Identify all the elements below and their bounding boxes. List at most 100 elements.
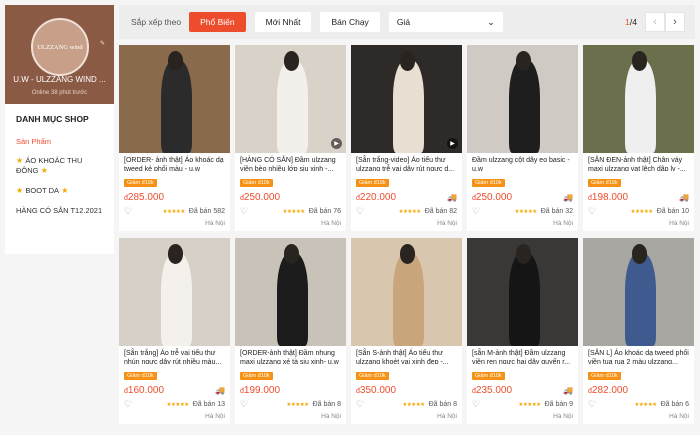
price-value: 285.000 — [127, 191, 165, 203]
shop-logo-text: ULZZANG wind — [37, 43, 83, 51]
product-card[interactable]: [Sẵn trắng] Áo trễ vai tiểu thư nhún ngự… — [119, 238, 230, 424]
chevron-right-icon: › — [673, 16, 677, 28]
heart-icon[interactable]: ♡ — [356, 206, 364, 217]
shop-card[interactable]: ULZZANG wind ✎ U.W - ULZZANG WIND ... On… — [5, 5, 114, 104]
product-image[interactable]: ▶ — [351, 45, 462, 153]
product-title[interactable]: [Sẵn trắng-video] Áo tiểu thư ulzzang tr… — [351, 153, 462, 171]
product-image[interactable] — [467, 45, 578, 153]
price-value: 282.000 — [591, 384, 629, 396]
model-figure — [393, 253, 425, 346]
product-location: Hà Nội — [205, 220, 225, 227]
product-price: đ220.000 — [356, 192, 396, 203]
product-card[interactable]: [ORDER-ảnh thật] Đầm nhung maxi ulzzang … — [235, 238, 346, 424]
star-icon: ★ — [16, 156, 26, 166]
model-figure — [393, 60, 425, 153]
product-card[interactable]: ▶ [Sẵn trắng-video] Áo tiểu thư ulzzang … — [351, 45, 462, 231]
next-page-button[interactable]: › — [665, 12, 685, 32]
category-item[interactable]: Sản Phẩm — [5, 132, 114, 151]
product-title[interactable]: [ORDER-ảnh thật] Đầm nhung maxi ulzzang … — [235, 346, 346, 364]
heart-icon[interactable]: ♡ — [472, 206, 480, 217]
product-title[interactable]: [sẵn M-ảnh thật] Đầm ulzzang viền ren ng… — [467, 346, 578, 364]
sold-count: Đã bán 8 — [428, 401, 457, 408]
rating-stars-icon: ★★★★★ — [630, 208, 654, 215]
product-title[interactable]: [SẴN ĐEN-ảnh thật] Chân váy maxi ulzzang… — [583, 153, 694, 171]
heart-icon[interactable]: ♡ — [472, 399, 480, 410]
freeship-icon: 🚚 — [563, 385, 573, 395]
product-price: đ250.000 — [240, 192, 280, 203]
heart-icon[interactable]: ♡ — [240, 206, 248, 217]
product-card[interactable]: [sẵn M-ảnh thật] Đầm ulzzang viền ren ng… — [467, 238, 578, 424]
heart-icon[interactable]: ♡ — [588, 399, 596, 410]
product-title[interactable]: [Sẵn trắng] Áo trễ vai tiểu thư nhún ngự… — [119, 346, 230, 364]
prev-page-button[interactable]: ‹ — [645, 12, 665, 32]
heart-icon[interactable]: ♡ — [356, 399, 364, 410]
mini-pager: 1/4 ‹ › — [625, 12, 685, 32]
sort-bestseller-button[interactable]: Bán Chạy — [320, 12, 380, 32]
product-grid: [ORDER- ảnh thật] Áo khoác dạ tweed kẻ p… — [119, 45, 695, 424]
rating-stars-icon: ★★★★★ — [634, 401, 657, 408]
product-title[interactable]: [ORDER- ảnh thật] Áo khoác dạ tweed kẻ p… — [119, 153, 230, 171]
product-title[interactable]: Đầm ulzzang cột dây eo basic - u.w — [467, 153, 578, 171]
product-image[interactable]: ▶ — [235, 45, 346, 153]
price-row: đ250.000 🚚 — [467, 189, 578, 204]
product-image[interactable] — [583, 238, 694, 346]
product-image[interactable] — [119, 45, 230, 153]
freeship-icon: 🚚 — [563, 192, 573, 202]
sort-newest-button[interactable]: Mới Nhất — [254, 12, 312, 32]
discount-badge: Giảm đ10k — [240, 372, 273, 380]
product-card[interactable]: [SẴN ĐEN-ảnh thật] Chân váy maxi ulzzang… — [583, 45, 694, 231]
price-sort-select[interactable]: Giá ⌄ — [388, 12, 503, 32]
star-icon: ★ — [38, 166, 48, 176]
star-icon: ★ — [16, 186, 26, 196]
sort-popular-button[interactable]: Phổ Biến — [189, 12, 246, 32]
category-list: Sản Phẩm ★ ÁO KHOÁC THU ĐÔNG ★ ★ BOOT DA ★… — [5, 132, 114, 221]
price-value: 199.000 — [243, 384, 281, 396]
star-icon: ★ — [59, 186, 69, 196]
category-item[interactable]: ★ BOOT DA ★ — [5, 181, 114, 201]
price-value: 250.000 — [475, 191, 513, 203]
edit-icon[interactable]: ✎ — [100, 40, 105, 47]
price-row: đ282.000 — [583, 382, 694, 397]
product-card[interactable]: Đầm ulzzang cột dây eo basic - u.w Giảm … — [467, 45, 578, 231]
discount-badge: Giảm đ10k — [588, 372, 621, 380]
category-label: ÁO KHOÁC THU ĐÔNG — [16, 156, 83, 176]
price-row: đ199.000 — [235, 382, 346, 397]
category-label: BOOT DA — [25, 186, 60, 196]
heart-icon[interactable]: ♡ — [124, 206, 132, 217]
product-title[interactable]: [Sẵn S-ảnh thật] Áo tiểu thư ulzzang kho… — [351, 346, 462, 364]
category-item[interactable]: HÀNG CÓ SẴN T12.2021 — [5, 201, 114, 220]
product-title[interactable]: [SẴN L] Áo khoác dạ tweed phối viền tua … — [583, 346, 694, 364]
sold-count: Đã bán 13 — [192, 401, 225, 408]
product-location: Hà Nội — [437, 413, 457, 420]
product-image[interactable] — [467, 238, 578, 346]
product-image[interactable] — [235, 238, 346, 346]
product-meta: ♡ ★★★★★ Đã bán 8 — [235, 397, 346, 410]
shop-sidebar: ULZZANG wind ✎ U.W - ULZZANG WIND ... On… — [5, 5, 114, 254]
sold-count: Đã bán 9 — [544, 401, 573, 408]
product-card[interactable]: [ORDER- ảnh thật] Áo khoác dạ tweed kẻ p… — [119, 45, 230, 231]
heart-icon[interactable]: ♡ — [588, 206, 596, 217]
product-image[interactable] — [583, 45, 694, 153]
discount-badge: Giảm đ10k — [124, 179, 157, 187]
price-row: đ160.000 🚚 — [119, 382, 230, 397]
product-card[interactable]: ▶ [HÀNG CÓ SẴN] Đầm ulzzang viền bèo nhi… — [235, 45, 346, 231]
category-item[interactable]: ★ ÁO KHOÁC THU ĐÔNG ★ — [5, 151, 114, 181]
freeship-icon: 🚚 — [215, 385, 225, 395]
product-image[interactable] — [119, 238, 230, 346]
product-card[interactable]: [SẴN L] Áo khoác dạ tweed phối viền tua … — [583, 238, 694, 424]
sort-label: Sắp xếp theo — [131, 17, 182, 27]
product-price: đ282.000 — [588, 385, 628, 396]
price-row: đ350.000 — [351, 382, 462, 397]
product-location: Hà Nội — [669, 413, 689, 420]
price-value: 198.000 — [591, 191, 629, 203]
shop-name[interactable]: U.W - ULZZANG WIND ... — [7, 75, 112, 84]
rating-stars-icon: ★★★★★ — [286, 401, 309, 408]
product-card[interactable]: [Sẵn S-ảnh thật] Áo tiểu thư ulzzang kho… — [351, 238, 462, 424]
product-image[interactable] — [351, 238, 462, 346]
price-sort-label: Giá — [396, 17, 411, 27]
freeship-icon: 🚚 — [679, 192, 689, 202]
rating-stars-icon: ★★★★★ — [514, 208, 538, 215]
heart-icon[interactable]: ♡ — [240, 399, 248, 410]
heart-icon[interactable]: ♡ — [124, 399, 132, 410]
product-title[interactable]: [HÀNG CÓ SẴN] Đầm ulzzang viền bèo nhiều… — [235, 153, 346, 171]
